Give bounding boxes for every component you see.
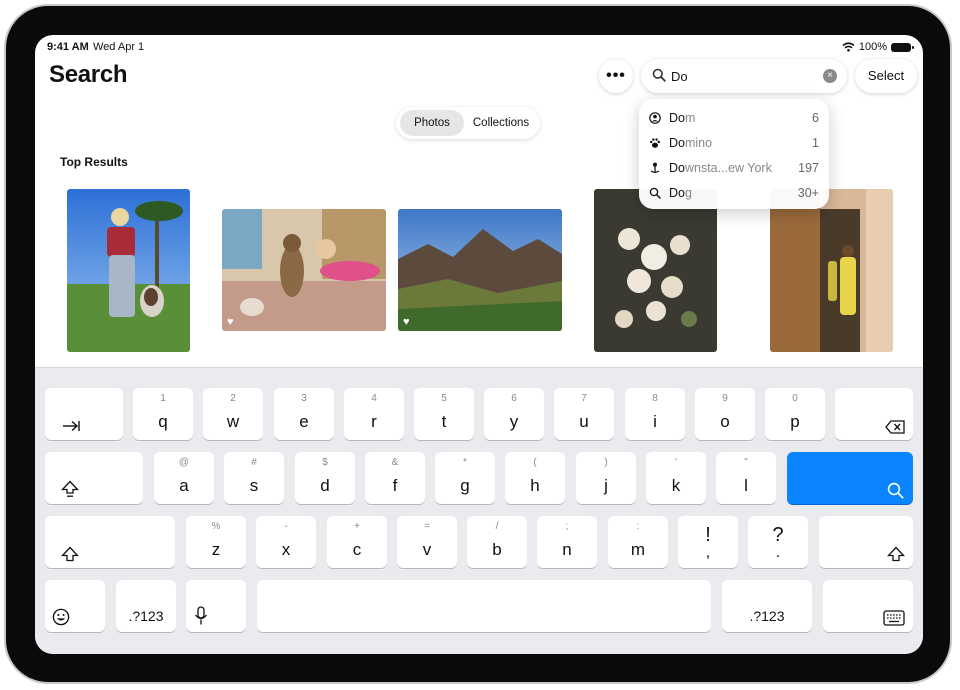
suggestion-count: 197: [798, 161, 819, 175]
caps-lock-icon: [61, 480, 79, 497]
key-d[interactable]: $ d: [295, 452, 355, 504]
status-bar: 9:41 AM Wed Apr 1 100%: [47, 41, 914, 55]
paw-icon: [650, 138, 660, 148]
photo-image: [67, 189, 190, 352]
person-icon: [649, 112, 661, 124]
photo-image: [398, 209, 562, 331]
key-j[interactable]: ) j: [576, 452, 636, 504]
key-q[interactable]: 1q: [133, 388, 193, 440]
suggestion-pet[interactable]: Domino 1: [649, 133, 819, 155]
left-shift-key[interactable]: [45, 516, 175, 568]
suggestion-label: Dom: [669, 111, 696, 125]
key-k[interactable]: ' k: [646, 452, 706, 504]
key-v[interactable]: = v: [397, 516, 457, 568]
right-shift-key[interactable]: [819, 516, 913, 568]
photo-image: [222, 209, 386, 331]
delete-key[interactable]: [835, 388, 913, 440]
key-n[interactable]: ; n: [537, 516, 597, 568]
status-right: 100%: [842, 41, 914, 53]
microphone-icon: [194, 606, 208, 625]
wifi-icon: [842, 42, 855, 52]
key-o[interactable]: 9o: [695, 388, 755, 440]
clear-search-button[interactable]: ×: [823, 69, 837, 83]
suggestion-search[interactable]: Dog 30+: [649, 183, 819, 205]
key-z[interactable]: % z: [186, 516, 246, 568]
key-a[interactable]: @ a: [154, 452, 214, 504]
key-c[interactable]: + c: [327, 516, 387, 568]
search-icon: [652, 68, 666, 82]
tab-icon: [63, 420, 80, 432]
key-y[interactable]: 6y: [484, 388, 544, 440]
section-title: Top Results: [60, 155, 128, 169]
favorite-heart-icon: ♥: [403, 316, 410, 328]
key-s[interactable]: # s: [224, 452, 284, 504]
space-key[interactable]: [257, 580, 711, 632]
photo-mountains[interactable]: ♥: [398, 209, 562, 331]
key-e[interactable]: 3e: [274, 388, 334, 440]
photo-white-flowers[interactable]: [594, 189, 717, 352]
location-pin-icon: [650, 162, 660, 173]
key-b[interactable]: / b: [467, 516, 527, 568]
key-r[interactable]: 4r: [344, 388, 404, 440]
key-l[interactable]: " l: [716, 452, 776, 504]
shift-icon: [887, 546, 905, 562]
key-g[interactable]: * g: [435, 452, 495, 504]
search-field[interactable]: ×: [641, 59, 847, 93]
numbers-key-right[interactable]: .?123: [722, 580, 812, 632]
status-date: Wed Apr 1: [93, 41, 145, 53]
key-exclamation-comma[interactable]: !,: [678, 516, 738, 568]
tab-key[interactable]: [45, 388, 123, 440]
key-w[interactable]: 2w: [203, 388, 263, 440]
key-p[interactable]: 0p: [765, 388, 825, 440]
more-button[interactable]: •••: [599, 59, 633, 93]
shift-icon: [61, 546, 79, 562]
photo-girl-with-dog[interactable]: [67, 189, 190, 352]
suggestion-place[interactable]: Downsta...ew York 197: [649, 158, 819, 180]
suggestion-count: 6: [812, 111, 819, 125]
search-icon: [649, 187, 661, 199]
key-u[interactable]: 7u: [554, 388, 614, 440]
emoji-key[interactable]: [45, 580, 105, 632]
dictation-key[interactable]: [186, 580, 246, 632]
select-button[interactable]: Select: [855, 59, 917, 93]
status-time: 9:41 AM: [47, 41, 89, 53]
suggestion-label: Dog: [669, 186, 692, 200]
photo-image: [770, 189, 893, 352]
suggestion-label: Domino: [669, 136, 713, 150]
photo-cat-and-boy[interactable]: ♥: [222, 209, 386, 331]
search-icon: [887, 482, 904, 499]
photo-image: [594, 189, 717, 352]
segment-collections[interactable]: Collections: [466, 110, 536, 136]
search-key[interactable]: [787, 452, 913, 504]
segment-photos[interactable]: Photos: [400, 110, 464, 136]
dismiss-keyboard-key[interactable]: [823, 580, 913, 632]
battery-icon: [891, 42, 914, 52]
key-i[interactable]: 8i: [625, 388, 685, 440]
key-h[interactable]: (h: [505, 452, 565, 504]
search-suggestions: Dom 6 Domino 1 Downsta...ew York 197 Dog…: [639, 99, 829, 209]
key-m[interactable]: :m: [608, 516, 668, 568]
key-t[interactable]: 5t: [414, 388, 474, 440]
on-screen-keyboard: 1q 2w 3e 4r 5t 6y 7u 8i 9o 0p @ a # s $ d &…: [35, 367, 923, 654]
view-segmented-control: Photos Collections: [396, 107, 540, 139]
numbers-key-left[interactable]: .?123: [116, 580, 176, 632]
page-title: Search: [49, 61, 128, 88]
caps-lock-key[interactable]: [45, 452, 143, 504]
key-x[interactable]: -x: [256, 516, 316, 568]
favorite-heart-icon: ♥: [227, 316, 234, 328]
suggestion-count: 30+: [797, 186, 819, 200]
key-question-period[interactable]: ?.: [748, 516, 808, 568]
emoji-icon: [52, 608, 70, 626]
suggestion-count: 1: [812, 136, 819, 150]
photo-person-in-doorway[interactable]: [770, 189, 893, 352]
key-f[interactable]: & f: [365, 452, 425, 504]
delete-backspace-icon: [885, 420, 905, 434]
suggestion-person[interactable]: Dom 6: [649, 108, 819, 130]
battery-percent: 100%: [858, 41, 887, 53]
screen: 9:41 AM Wed Apr 1 100% Search ••• × Sele…: [35, 35, 923, 654]
search-input[interactable]: [671, 66, 821, 86]
keyboard-dismiss-icon: [883, 610, 905, 626]
suggestion-label: Downsta...ew York: [669, 161, 772, 175]
